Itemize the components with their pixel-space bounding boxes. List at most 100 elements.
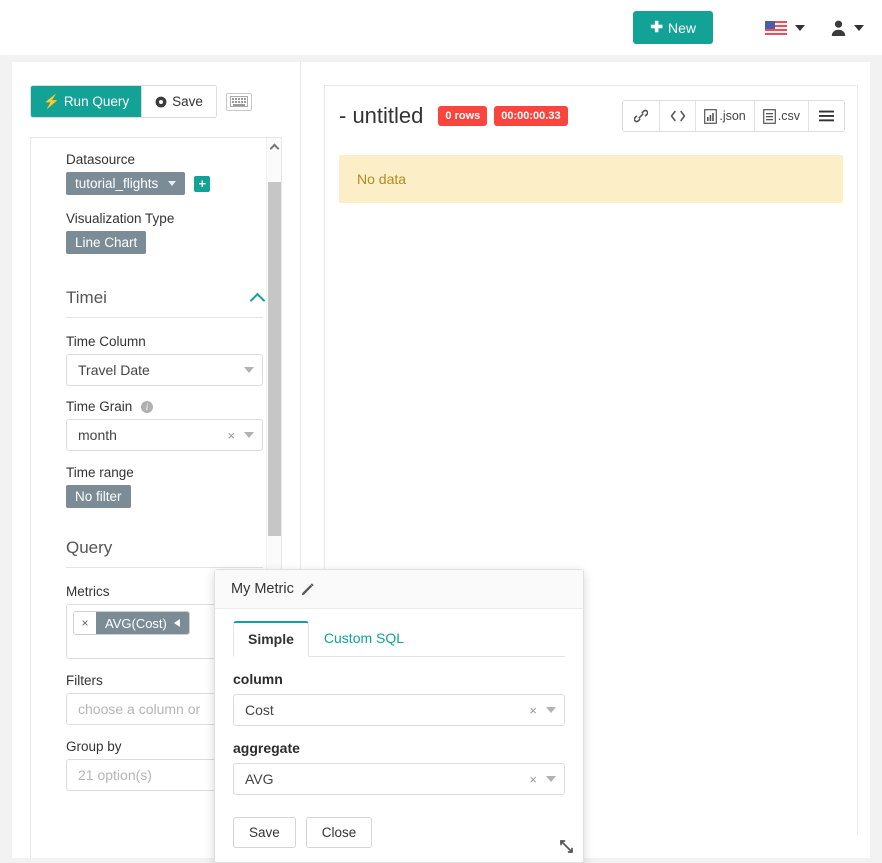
tab-simple[interactable]: Simple bbox=[233, 621, 309, 657]
hamburger-menu-icon bbox=[819, 110, 834, 122]
run-query-button[interactable]: ⚡ Run Query bbox=[31, 86, 142, 117]
scrollbar-thumb[interactable] bbox=[268, 182, 281, 536]
chevron-down-icon bbox=[168, 181, 177, 186]
chevron-up-icon[interactable] bbox=[249, 292, 266, 308]
chevron-down-icon[interactable] bbox=[854, 24, 864, 31]
chevron-up-icon bbox=[269, 143, 280, 154]
info-icon[interactable]: i bbox=[141, 401, 154, 413]
timer-badge: 00:00:00.33 bbox=[494, 105, 568, 127]
metric-popover-title: My Metric bbox=[231, 581, 294, 597]
viz-type-value: Line Chart bbox=[75, 235, 138, 250]
time-grain-label: Time Grain i bbox=[66, 399, 263, 414]
aggregate-select[interactable]: AVG × bbox=[233, 763, 565, 795]
datasource-label: Datasource bbox=[66, 152, 136, 167]
link-icon bbox=[634, 109, 649, 123]
no-data-alert: No data bbox=[339, 155, 843, 203]
query-toolbar: ⚡ Run Query Save bbox=[30, 85, 252, 118]
clear-icon[interactable]: × bbox=[529, 772, 537, 787]
time-column-select[interactable]: Travel Date bbox=[66, 354, 263, 386]
scroll-up-button[interactable] bbox=[267, 140, 281, 154]
json-file-icon bbox=[704, 108, 718, 124]
time-section-header[interactable]: Time i bbox=[66, 288, 266, 318]
csv-file-icon bbox=[762, 108, 776, 124]
datasource-value: tutorial_flights bbox=[75, 176, 159, 191]
column-value: Cost bbox=[245, 702, 274, 718]
metric-popover: My Metric Simple Custom SQL column Cost … bbox=[214, 569, 584, 863]
metric-popover-body: Simple Custom SQL column Cost × aggregat… bbox=[215, 609, 583, 848]
plus-icon: ✚ bbox=[650, 19, 663, 36]
save-label: Save bbox=[172, 94, 203, 109]
popover-close-button[interactable]: Close bbox=[305, 817, 373, 848]
info-icon[interactable]: i bbox=[103, 288, 107, 308]
export-json-button[interactable]: .json bbox=[695, 101, 754, 131]
rows-badge: 0 rows bbox=[438, 105, 488, 127]
time-range-group: Time range No filter bbox=[66, 465, 263, 508]
query-section-title: Query bbox=[66, 538, 113, 557]
new-button-label: New bbox=[667, 19, 696, 36]
chart-actions: .json .csv bbox=[622, 100, 845, 132]
keyboard-shortcuts-button[interactable] bbox=[225, 92, 252, 111]
chart-header: - untitled 0 rows 00:00:00.33 .json .csv bbox=[325, 86, 857, 132]
clear-icon[interactable]: × bbox=[529, 703, 537, 718]
metric-pill[interactable]: × AVG(Cost) bbox=[73, 611, 190, 635]
column-select[interactable]: Cost × bbox=[233, 694, 565, 726]
metric-popover-tabs: Simple Custom SQL bbox=[233, 621, 565, 657]
column-label: column bbox=[233, 671, 283, 687]
query-button-group: ⚡ Run Query Save bbox=[30, 85, 217, 118]
lightning-bolt-icon: ⚡ bbox=[43, 93, 60, 109]
time-column-group: Time Column Travel Date bbox=[66, 334, 263, 386]
add-datasource-button[interactable]: + bbox=[194, 175, 211, 192]
chart-title[interactable]: - untitled bbox=[339, 103, 423, 129]
chevron-down-icon[interactable] bbox=[795, 24, 805, 31]
time-section-title: Time bbox=[66, 288, 104, 307]
time-grain-label-text: Time Grain bbox=[66, 399, 133, 414]
resize-handle-icon[interactable] bbox=[559, 839, 575, 855]
keyboard-icon bbox=[229, 96, 248, 107]
time-column-label: Time Column bbox=[66, 334, 146, 349]
datasource-select[interactable]: tutorial_flights bbox=[66, 172, 186, 195]
remove-metric-icon[interactable]: × bbox=[74, 612, 96, 634]
new-button[interactable]: ✚ New bbox=[633, 11, 713, 44]
time-grain-value: month bbox=[78, 427, 117, 443]
time-grain-select[interactable]: month × bbox=[66, 419, 263, 451]
aggregate-value: AVG bbox=[245, 771, 274, 787]
metric-pill-label: AVG(Cost) bbox=[105, 615, 167, 631]
viz-type-row: Line Chart bbox=[66, 231, 263, 254]
time-range-select[interactable]: No filter bbox=[66, 485, 131, 508]
export-json-label: .json bbox=[719, 109, 746, 123]
pencil-icon[interactable] bbox=[301, 582, 314, 596]
viz-type-select[interactable]: Line Chart bbox=[66, 231, 147, 254]
datasource-row: tutorial_flights + bbox=[66, 172, 263, 195]
popover-save-button[interactable]: Save bbox=[233, 817, 296, 848]
time-grain-group: Time Grain i month × bbox=[66, 399, 263, 451]
chevron-down-icon bbox=[244, 432, 254, 438]
gear-icon bbox=[155, 96, 167, 107]
export-csv-label: .csv bbox=[777, 109, 800, 123]
metric-popover-header: My Metric bbox=[215, 570, 583, 609]
chevron-down-icon bbox=[546, 776, 556, 782]
aggregate-label: aggregate bbox=[233, 740, 300, 756]
top-navbar: ✚ New bbox=[0, 0, 882, 55]
save-button[interactable]: Save bbox=[141, 86, 216, 117]
user-icon bbox=[831, 20, 846, 36]
viz-type-label: Visualization Type bbox=[66, 211, 175, 226]
time-section-title-wrap: Time i bbox=[66, 288, 107, 308]
time-column-value: Travel Date bbox=[78, 362, 150, 378]
user-menu[interactable] bbox=[831, 20, 864, 36]
code-icon bbox=[670, 110, 686, 122]
us-flag-icon bbox=[765, 20, 787, 35]
language-selector[interactable] bbox=[765, 20, 805, 35]
caret-left-icon bbox=[173, 619, 180, 627]
share-link-button[interactable] bbox=[623, 101, 660, 131]
metric-pill-body[interactable]: AVG(Cost) bbox=[96, 612, 189, 634]
time-range-label: Time range bbox=[66, 465, 134, 480]
clear-icon[interactable]: × bbox=[227, 428, 235, 443]
view-query-button[interactable] bbox=[659, 101, 696, 131]
metric-popover-actions: Save Close bbox=[233, 817, 565, 848]
chevron-down-icon bbox=[546, 707, 556, 713]
export-csv-button[interactable]: .csv bbox=[753, 101, 808, 131]
query-section-header[interactable]: Query bbox=[66, 538, 263, 568]
explore-page: ⚡ Run Query Save Datasource tutorial_fli… bbox=[12, 62, 870, 863]
chart-menu-button[interactable] bbox=[808, 101, 844, 131]
tab-custom-sql[interactable]: Custom SQL bbox=[309, 621, 419, 657]
